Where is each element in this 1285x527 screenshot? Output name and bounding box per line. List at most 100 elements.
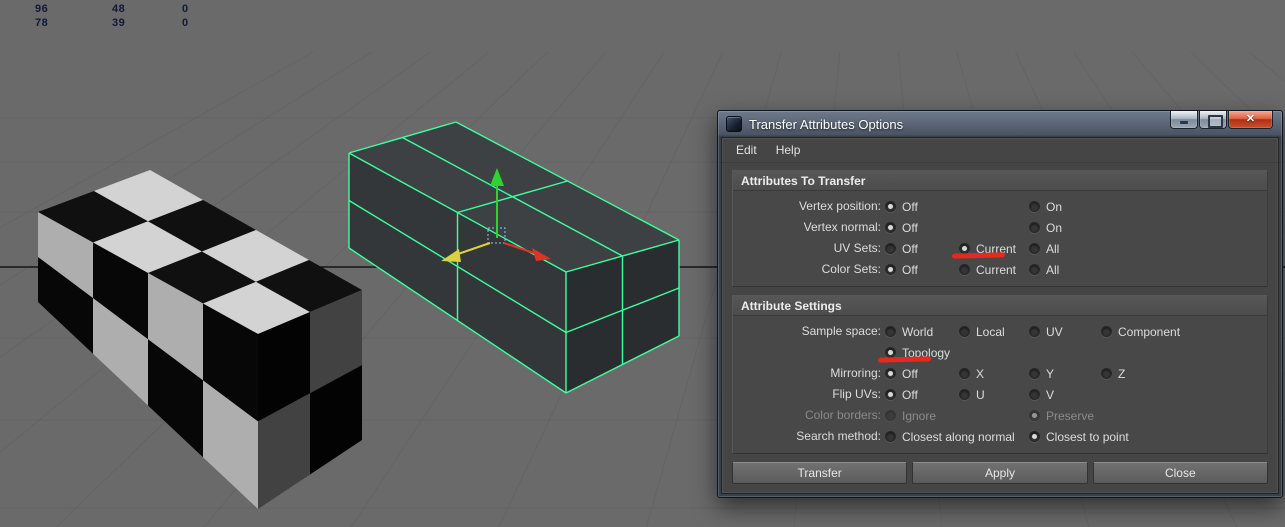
selected-wireframe-box[interactable]: [348, 121, 680, 394]
radio-uv[interactable]: UV: [1029, 321, 1063, 342]
minimize-button[interactable]: [1170, 111, 1198, 129]
maya-viewport[interactable]: 96 48 0 78 39 0 Transfer Attributes Options E…: [0, 0, 1285, 527]
radio-label: Closest to point: [1046, 429, 1129, 444]
radio-label: U: [976, 387, 985, 402]
hud-count: 96: [35, 3, 49, 15]
radio-off[interactable]: Off: [885, 238, 918, 259]
radio-icon: [885, 243, 896, 254]
apply-button[interactable]: Apply: [912, 462, 1088, 484]
hud: 96 48 0 78 39 0: [0, 0, 260, 36]
radio-label: Off: [902, 220, 918, 235]
radio-closest-along-normal[interactable]: Closest along normal: [885, 426, 1015, 447]
radio-z[interactable]: Z: [1101, 363, 1125, 384]
annotation-underline: [877, 356, 932, 363]
section-frame: Attribute Settings Sample space: World Loca…: [732, 295, 1268, 454]
radio-off[interactable]: Off: [885, 196, 918, 217]
radio-icon: [1029, 243, 1040, 254]
radio-label: Preserve: [1046, 408, 1095, 423]
radio-icon: [959, 389, 970, 400]
option-row: Vertex normal: Off On: [733, 217, 1267, 238]
radio-label: World: [902, 324, 934, 339]
radio-icon: [1029, 431, 1040, 442]
hud-count: 48: [112, 3, 126, 15]
hud-count: 78: [35, 17, 49, 29]
radio-u[interactable]: U: [959, 384, 985, 405]
radio-icon: [885, 201, 896, 212]
radio-label: UV: [1046, 324, 1063, 339]
radio-label: All: [1046, 262, 1060, 277]
menubar: Edit Help: [722, 138, 1278, 163]
radio-label: Off: [902, 241, 918, 256]
radio-label: V: [1046, 387, 1055, 402]
radio-world[interactable]: World: [885, 321, 933, 342]
radio-y[interactable]: Y: [1029, 363, 1054, 384]
option-row: UV Sets: Off Current All: [733, 238, 1267, 259]
radio-all[interactable]: All: [1029, 238, 1059, 259]
row-label: UV Sets:: [833, 241, 881, 255]
radio-icon: [1029, 264, 1040, 275]
titlebar[interactable]: Transfer Attributes Options: [721, 111, 1279, 137]
radio-label: X: [976, 366, 985, 381]
radio-icon: [1029, 326, 1040, 337]
radio-label: Off: [902, 387, 918, 402]
row-label: Sample space:: [801, 324, 881, 338]
radio-v[interactable]: V: [1029, 384, 1054, 405]
radio-label: Y: [1046, 366, 1055, 381]
radio-preserve: Preserve: [1029, 405, 1094, 426]
option-row: Vertex position: Off On: [733, 196, 1267, 217]
radio-icon: [1029, 368, 1040, 379]
radio-current[interactable]: Current: [959, 259, 1016, 280]
row-label: Color borders:: [804, 408, 881, 422]
row-label: Vertex position:: [798, 199, 881, 213]
app-icon: [726, 116, 742, 132]
row-label: Mirroring:: [830, 366, 881, 380]
radio-label: Current: [976, 262, 1017, 277]
radio-label: Off: [902, 199, 918, 214]
radio-all[interactable]: All: [1029, 259, 1059, 280]
radio-icon: [885, 264, 896, 275]
radio-on[interactable]: On: [1029, 196, 1062, 217]
radio-component[interactable]: Component: [1101, 321, 1180, 342]
dialog-client-area: Edit Help Attributes To Transfer Vertex po…: [721, 137, 1279, 494]
close-button[interactable]: Close: [1092, 462, 1268, 484]
menu-help[interactable]: Help: [773, 141, 804, 159]
radio-icon: [1029, 389, 1040, 400]
radio-off[interactable]: Off: [885, 363, 918, 384]
radio-label: Closest along normal: [902, 429, 1015, 444]
option-row: Color Sets: Off Current All: [733, 259, 1267, 280]
radio-x[interactable]: X: [959, 363, 984, 384]
menu-edit[interactable]: Edit: [733, 141, 760, 159]
section-header[interactable]: Attributes To Transfer: [733, 171, 1267, 191]
radio-on[interactable]: On: [1029, 217, 1062, 238]
hud-count: 0: [182, 3, 189, 15]
option-row: Topology: [733, 342, 1267, 363]
hud-count: 0: [182, 17, 189, 29]
option-row: Color borders: Ignore Preserve: [733, 405, 1267, 426]
radio-closest-to-point[interactable]: Closest to point: [1029, 426, 1129, 447]
radio-icon: [885, 368, 896, 379]
transfer-button[interactable]: Transfer: [732, 462, 908, 484]
maximize-button[interactable]: [1199, 111, 1227, 129]
radio-current[interactable]: Current: [951, 238, 1016, 259]
radio-off[interactable]: Off: [885, 259, 918, 280]
close-window-button[interactable]: [1228, 111, 1273, 129]
row-label: Flip UVs:: [832, 387, 881, 401]
radio-label: Off: [902, 262, 918, 277]
footer-buttons: Transfer Apply Close: [732, 462, 1268, 484]
hud-count: 39: [112, 17, 126, 29]
radio-topology[interactable]: Topology: [877, 342, 950, 363]
radio-local[interactable]: Local: [959, 321, 1005, 342]
radio-off[interactable]: Off: [885, 384, 918, 405]
radio-label: Off: [902, 366, 918, 381]
radio-label: Local: [976, 324, 1005, 339]
option-row: Search method: Closest along normal Closes…: [733, 426, 1267, 447]
radio-icon: [959, 264, 970, 275]
section-header[interactable]: Attribute Settings: [733, 296, 1267, 316]
radio-off[interactable]: Off: [885, 217, 918, 238]
option-row: Flip UVs: Off U V: [733, 384, 1267, 405]
radio-icon: [959, 368, 970, 379]
checker-textured-box[interactable]: [38, 170, 362, 509]
radio-icon: [1101, 326, 1112, 337]
window-title: Transfer Attributes Options: [749, 116, 904, 132]
annotation-underline: [951, 252, 1006, 259]
